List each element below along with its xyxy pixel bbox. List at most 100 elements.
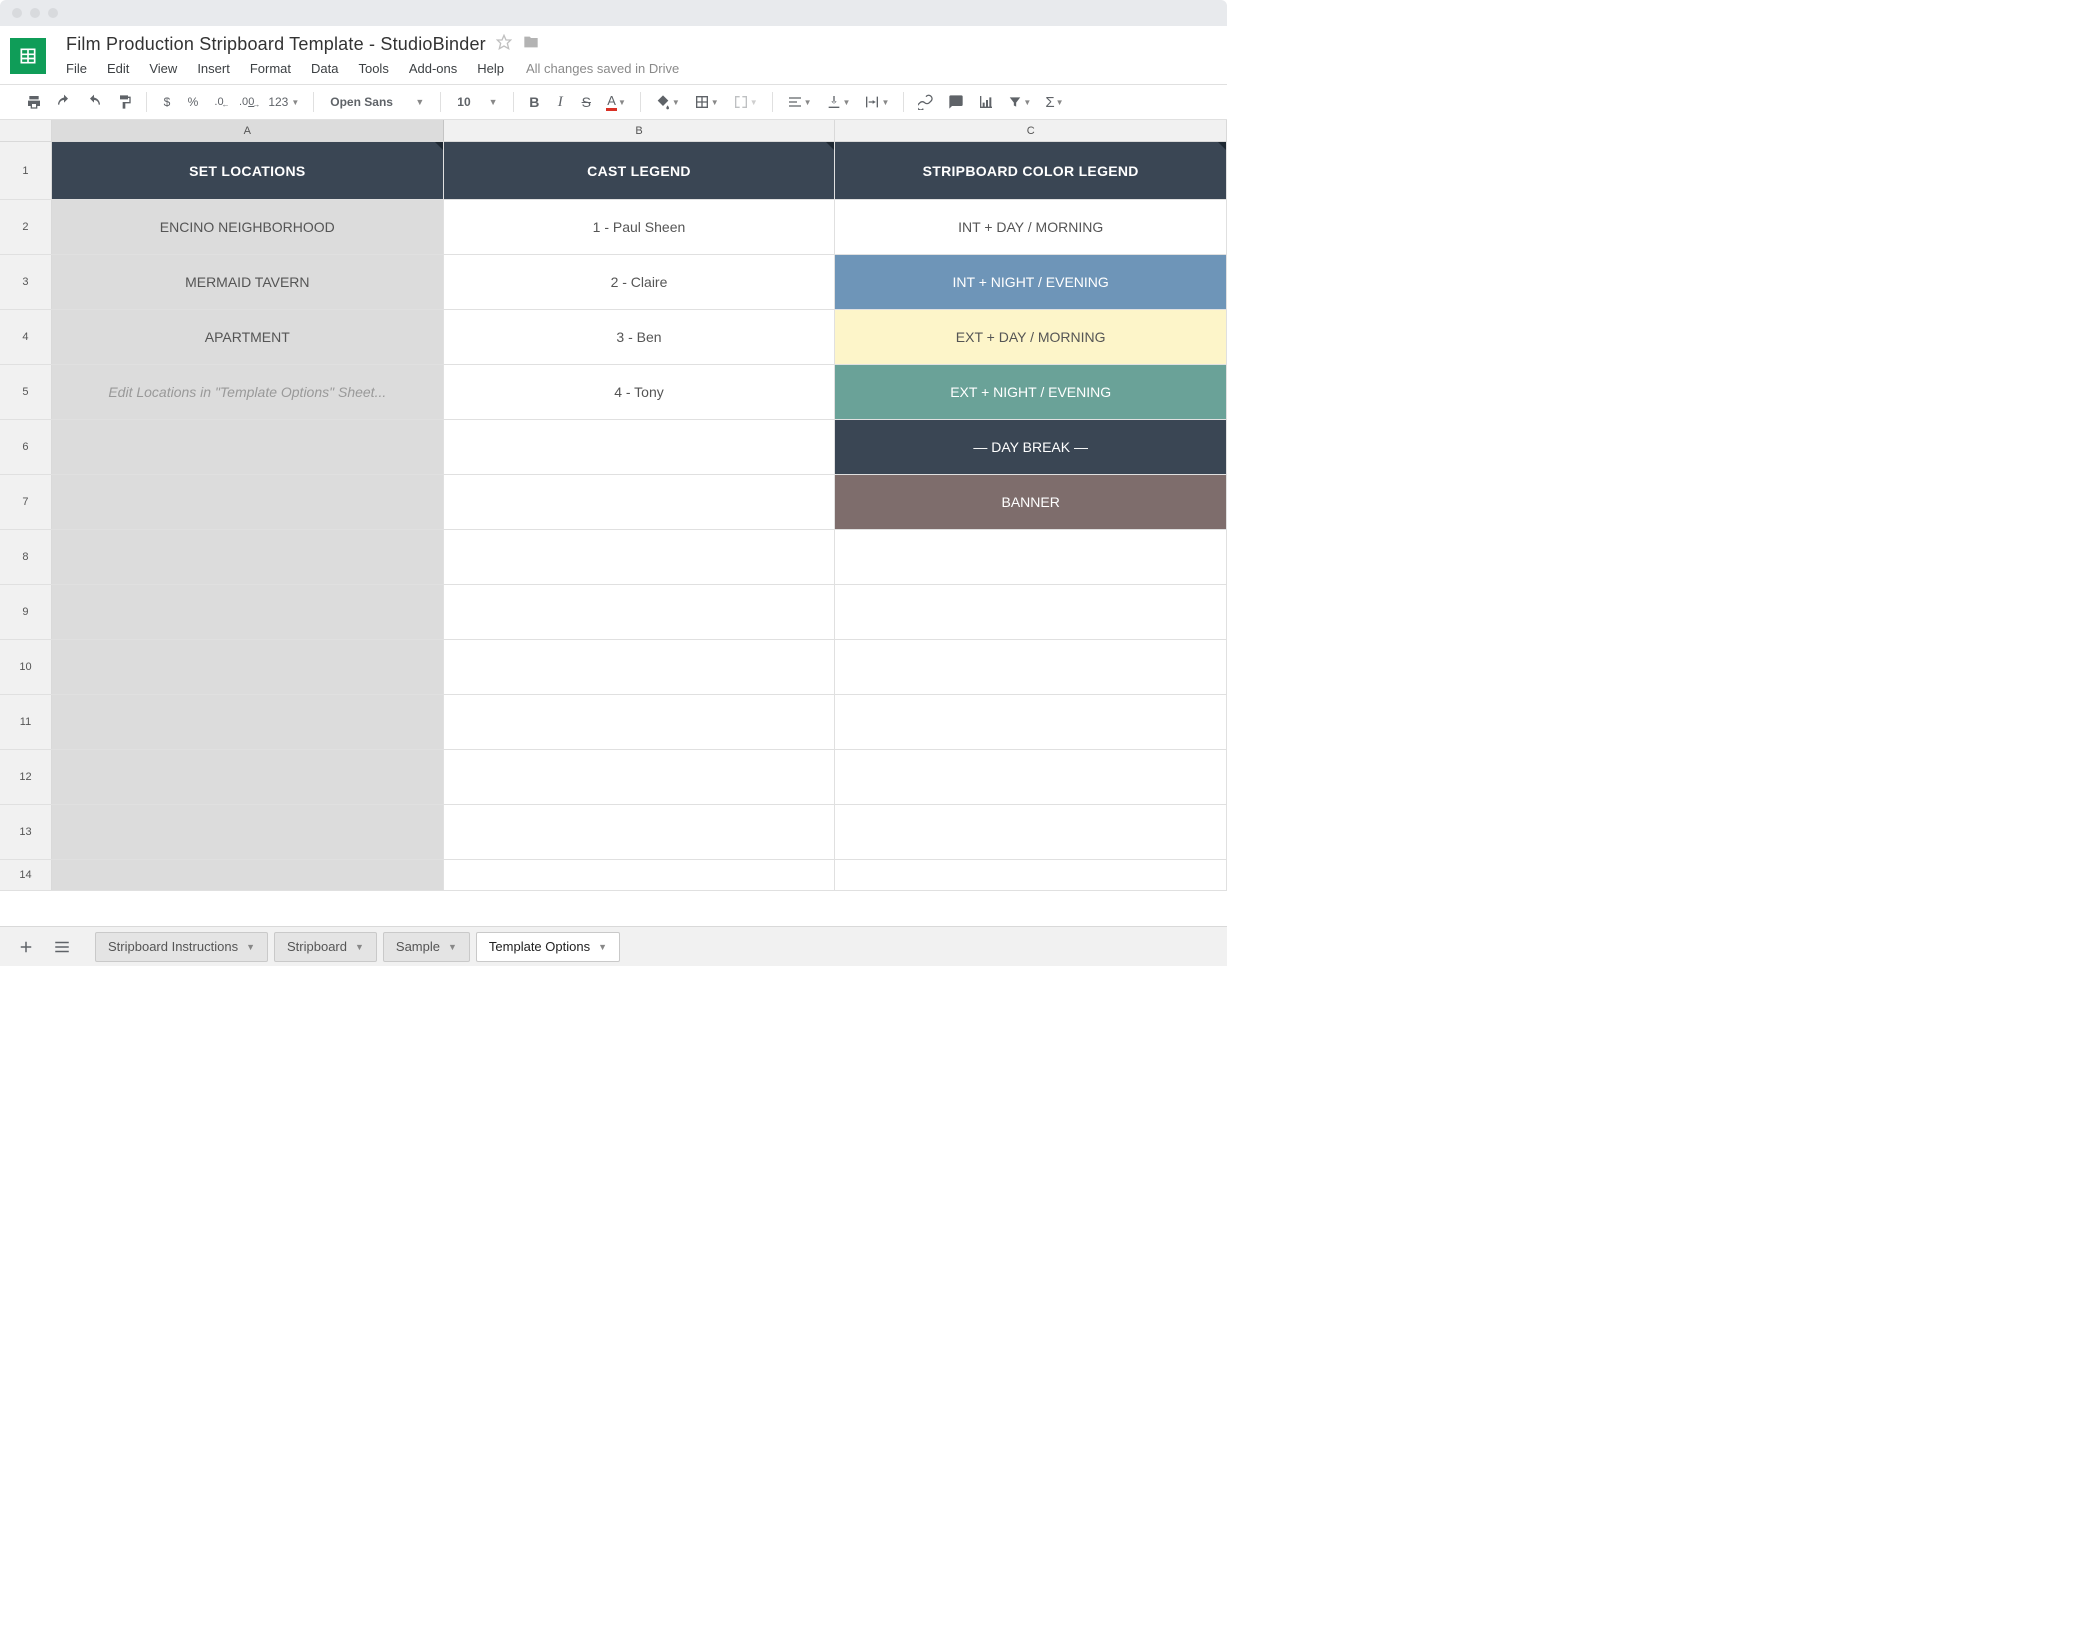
strikethrough-button[interactable]: S [574, 89, 598, 115]
cell-C10[interactable] [835, 640, 1227, 694]
cell-B6[interactable] [444, 420, 836, 474]
row-header-8[interactable]: 8 [0, 530, 52, 584]
cell-A3[interactable]: MERMAID TAVERN [52, 255, 444, 309]
row-header-1[interactable]: 1 [0, 142, 52, 199]
menu-insert[interactable]: Insert [197, 61, 230, 76]
add-sheet-button[interactable] [8, 929, 44, 965]
folder-icon[interactable] [522, 34, 540, 55]
functions-button[interactable]: Σ▼ [1039, 89, 1069, 115]
horizontal-align-button[interactable]: ▼ [781, 89, 818, 115]
cell-B12[interactable] [444, 750, 836, 804]
row-header-7[interactable]: 7 [0, 475, 52, 529]
menu-file[interactable]: File [66, 61, 87, 76]
sheets-logo[interactable] [10, 38, 46, 74]
text-color-button[interactable]: A▼ [600, 89, 632, 115]
bold-button[interactable]: B [522, 89, 546, 115]
font-dropdown[interactable]: Open Sans ▼ [322, 89, 432, 115]
document-title[interactable]: Film Production Stripboard Template - St… [66, 34, 486, 55]
sheet-tab-sample[interactable]: Sample▼ [383, 932, 470, 962]
row-header-9[interactable]: 9 [0, 585, 52, 639]
cell-C8[interactable] [835, 530, 1227, 584]
text-wrap-button[interactable]: ▼ [858, 89, 895, 115]
filter-button[interactable]: ▼ [1002, 89, 1037, 115]
print-button[interactable] [20, 89, 48, 115]
column-header-C[interactable]: C [835, 120, 1227, 141]
cell-C5[interactable]: EXT + NIGHT / EVENING [835, 365, 1227, 419]
cell-C6[interactable]: — DAY BREAK — [835, 420, 1227, 474]
cell-A12[interactable] [52, 750, 444, 804]
fontsize-dropdown[interactable]: 10 ▼ [449, 89, 505, 115]
cell-B7[interactable] [444, 475, 836, 529]
column-header-B[interactable]: B [444, 120, 836, 141]
cell-C13[interactable] [835, 805, 1227, 859]
cell-C1[interactable]: STRIPBOARD COLOR LEGEND [835, 142, 1227, 199]
insert-chart-button[interactable] [972, 89, 1000, 115]
menu-view[interactable]: View [149, 61, 177, 76]
cell-A10[interactable] [52, 640, 444, 694]
vertical-align-button[interactable]: ▼ [820, 89, 857, 115]
cell-B3[interactable]: 2 - Claire [444, 255, 836, 309]
cell-B8[interactable] [444, 530, 836, 584]
menu-format[interactable]: Format [250, 61, 291, 76]
row-header-11[interactable]: 11 [0, 695, 52, 749]
row-header-5[interactable]: 5 [0, 365, 52, 419]
borders-button[interactable]: ▼ [688, 89, 725, 115]
row-header-10[interactable]: 10 [0, 640, 52, 694]
row-header-14[interactable]: 14 [0, 860, 52, 890]
sheet-tab-template-options[interactable]: Template Options▼ [476, 932, 620, 962]
window-max-dot[interactable] [48, 8, 58, 18]
cell-A6[interactable] [52, 420, 444, 474]
select-all-corner[interactable] [0, 120, 52, 141]
cell-B4[interactable]: 3 - Ben [444, 310, 836, 364]
menu-data[interactable]: Data [311, 61, 338, 76]
cell-B1[interactable]: CAST LEGEND [444, 142, 836, 199]
cell-A13[interactable] [52, 805, 444, 859]
cell-B2[interactable]: 1 - Paul Sheen [444, 200, 836, 254]
cell-A8[interactable] [52, 530, 444, 584]
cell-B9[interactable] [444, 585, 836, 639]
cell-C4[interactable]: EXT + DAY / MORNING [835, 310, 1227, 364]
paint-format-button[interactable] [110, 89, 138, 115]
cell-C14[interactable] [835, 860, 1227, 890]
italic-button[interactable]: I [548, 89, 572, 115]
cell-A7[interactable] [52, 475, 444, 529]
row-header-12[interactable]: 12 [0, 750, 52, 804]
window-close-dot[interactable] [12, 8, 22, 18]
cell-C12[interactable] [835, 750, 1227, 804]
cell-A9[interactable] [52, 585, 444, 639]
increase-decimal-button[interactable]: .00→ [233, 89, 260, 115]
cell-C11[interactable] [835, 695, 1227, 749]
star-icon[interactable] [496, 34, 512, 55]
menu-edit[interactable]: Edit [107, 61, 129, 76]
percent-button[interactable]: % [181, 89, 205, 115]
cell-A11[interactable] [52, 695, 444, 749]
cell-B10[interactable] [444, 640, 836, 694]
column-header-A[interactable]: A [52, 120, 444, 141]
cell-A14[interactable] [52, 860, 444, 890]
currency-button[interactable]: $ [155, 89, 179, 115]
cell-A5[interactable]: Edit Locations in "Template Options" She… [52, 365, 444, 419]
row-header-3[interactable]: 3 [0, 255, 52, 309]
cell-C3[interactable]: INT + NIGHT / EVENING [835, 255, 1227, 309]
decrease-decimal-button[interactable]: .0← [207, 89, 231, 115]
menu-help[interactable]: Help [477, 61, 504, 76]
row-header-13[interactable]: 13 [0, 805, 52, 859]
cell-B13[interactable] [444, 805, 836, 859]
cell-A4[interactable]: APARTMENT [52, 310, 444, 364]
number-format-button[interactable]: 123▼ [262, 89, 305, 115]
merge-cells-button[interactable]: ▼ [727, 89, 764, 115]
all-sheets-button[interactable] [44, 929, 80, 965]
insert-link-button[interactable] [912, 89, 940, 115]
row-header-6[interactable]: 6 [0, 420, 52, 474]
cell-B14[interactable] [444, 860, 836, 890]
cell-B5[interactable]: 4 - Tony [444, 365, 836, 419]
cell-A2[interactable]: ENCINO NEIGHBORHOOD [52, 200, 444, 254]
cell-C9[interactable] [835, 585, 1227, 639]
cell-B11[interactable] [444, 695, 836, 749]
menu-addons[interactable]: Add-ons [409, 61, 457, 76]
redo-button[interactable] [80, 89, 108, 115]
row-header-4[interactable]: 4 [0, 310, 52, 364]
cell-C2[interactable]: INT + DAY / MORNING [835, 200, 1227, 254]
window-min-dot[interactable] [30, 8, 40, 18]
fill-color-button[interactable]: ▼ [649, 89, 686, 115]
